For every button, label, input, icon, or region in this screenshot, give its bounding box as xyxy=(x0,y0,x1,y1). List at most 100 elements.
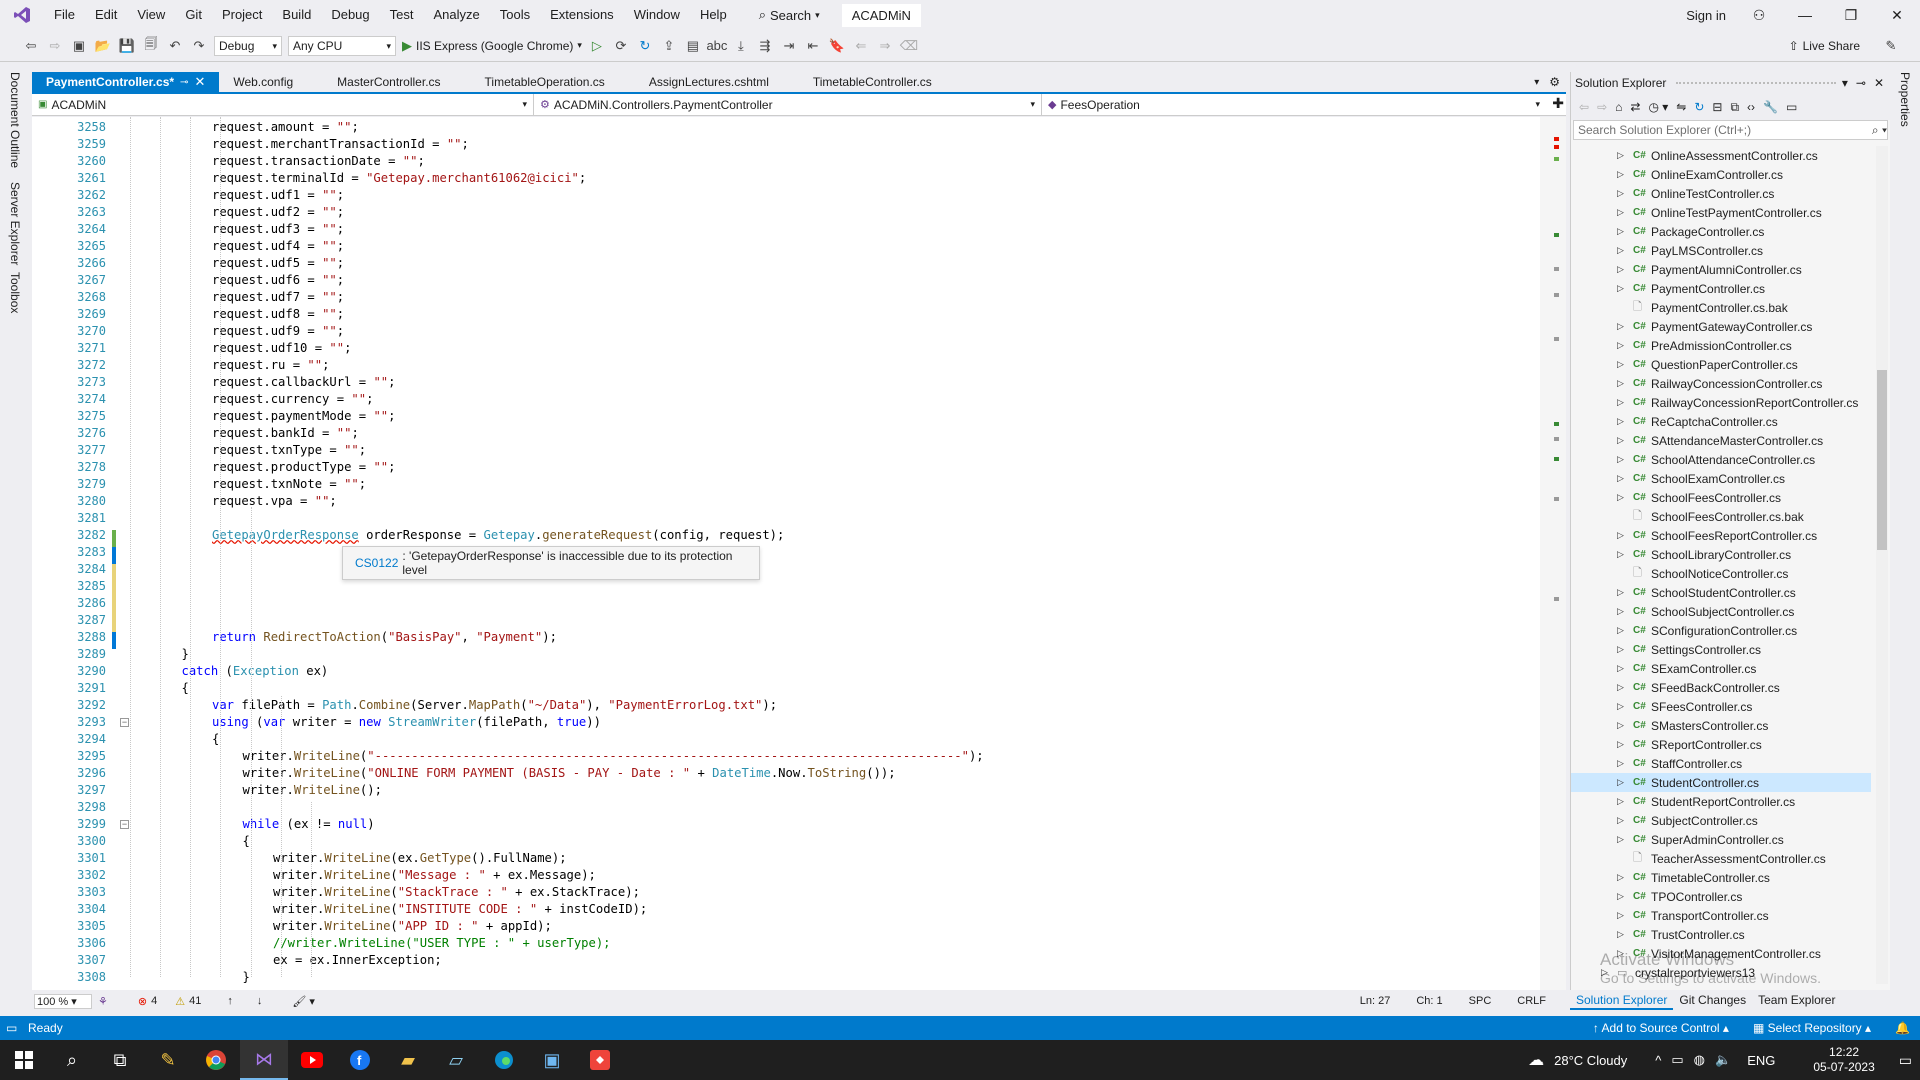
code-line[interactable]: writer.WriteLine("INSTITUTE CODE : " + i… xyxy=(273,901,647,918)
tree-item[interactable]: ▷ C# StaffController.cs xyxy=(1571,754,1871,773)
configuration-select[interactable]: Debug ▾ xyxy=(214,35,282,56)
code-line[interactable]: writer.WriteLine("StackTrace : " + ex.St… xyxy=(273,884,640,901)
tree-item[interactable]: ▷ C# SettingsController.cs xyxy=(1571,640,1871,659)
code-line[interactable]: request.bankId = ""; xyxy=(212,425,359,442)
project-dropdown[interactable]: ▣ ACADMiN ▾ xyxy=(32,94,534,115)
save-all-icon[interactable]: 🗐 xyxy=(142,36,160,55)
tree-item[interactable]: ▷ C# OnlineExamController.cs xyxy=(1571,165,1871,184)
tree-item[interactable]: ▷ C# PaymentController.cs xyxy=(1571,279,1871,298)
tree-item[interactable]: ▷ C# SReportController.cs xyxy=(1571,735,1871,754)
settings-gear-icon[interactable]: ⚙ xyxy=(1549,75,1560,89)
redo-icon[interactable]: ↷ xyxy=(190,37,208,55)
tab-mastercontroller[interactable]: MasterController.cs xyxy=(307,72,470,92)
tab-solution-explorer[interactable]: Solution Explorer xyxy=(1570,990,1674,1010)
tree-scrollbar[interactable] xyxy=(1876,146,1888,984)
tree-item[interactable]: ▷ C# StudentReportController.cs xyxy=(1571,792,1871,811)
expand-arrow-icon[interactable]: ▷ xyxy=(1617,625,1627,636)
tree-item[interactable]: ▷ C# SchoolFeesController.cs xyxy=(1571,488,1871,507)
tree-item[interactable]: ▷ C# PreAdmissionController.cs xyxy=(1571,336,1871,355)
tree-item[interactable]: ▷ C# SAttendanceMasterController.cs xyxy=(1571,431,1871,450)
tab-paymentcontroller[interactable]: PaymentController.cs* ⊸ ✕ xyxy=(32,72,220,92)
tree-item[interactable]: ▷ C# SchoolLibraryController.cs xyxy=(1571,545,1871,564)
code-line[interactable]: while (ex != null) xyxy=(243,816,375,833)
code-line[interactable]: request.udf1 = ""; xyxy=(212,187,344,204)
tree-item[interactable]: ▷ C# PaymentGatewayController.cs xyxy=(1571,317,1871,336)
code-line[interactable]: //writer.WriteLine("USER TYPE : " + user… xyxy=(273,935,611,952)
prev-issue-icon[interactable]: ↑ xyxy=(227,995,233,1007)
save-icon[interactable]: 💾 xyxy=(118,37,136,55)
brush-icon[interactable]: 🖌 ▾ xyxy=(292,995,315,1008)
clear-bookmarks-icon[interactable]: ⌫ xyxy=(900,37,918,55)
visual-studio-icon[interactable]: ⋈ xyxy=(240,1040,288,1080)
restore-button[interactable]: ❐ xyxy=(1828,7,1874,24)
expand-arrow-icon[interactable]: ▷ xyxy=(1617,169,1627,180)
error-code-link[interactable]: CS0122 xyxy=(355,556,398,570)
tree-item[interactable]: ▷ C# SFeedBackController.cs xyxy=(1571,678,1871,697)
tree-item[interactable]: ▷ C# TransportController.cs xyxy=(1571,906,1871,925)
tree-item[interactable]: ▷ C# SchoolExamController.cs xyxy=(1571,469,1871,488)
expand-arrow-icon[interactable]: ▷ xyxy=(1617,891,1627,902)
account-icon[interactable]: ⚇ xyxy=(1736,7,1782,24)
tree-item[interactable]: ▷ C# StudentController.cs xyxy=(1571,773,1871,792)
properties-icon[interactable]: 🔧 xyxy=(1763,100,1778,114)
start-debugging-button[interactable]: ▶ IIS Express (Google Chrome) ▾ xyxy=(402,38,582,54)
feedback-icon[interactable]: ✎ xyxy=(1882,37,1900,55)
next-bookmark-icon[interactable]: ⇒ xyxy=(876,37,894,55)
network-icon[interactable]: ◍ xyxy=(1694,1052,1705,1068)
show-all-files-icon[interactable]: ⧉ xyxy=(1730,100,1739,115)
server-explorer-tab[interactable]: Server Explorer xyxy=(8,182,22,265)
tree-item[interactable]: ▷ C# RailwayConcessionController.cs xyxy=(1571,374,1871,393)
split-editor-icon[interactable]: ✚ xyxy=(1552,95,1564,112)
code-line[interactable]: writer.WriteLine(ex.GetType().FullName); xyxy=(273,850,567,867)
spell-check-icon[interactable]: abc xyxy=(706,37,727,55)
notifications-bell-icon[interactable]: 🔔 xyxy=(1895,1021,1910,1035)
undo-icon[interactable]: ↶ xyxy=(166,37,184,55)
tree-item[interactable]: ▷ C# SchoolStudentController.cs xyxy=(1571,583,1871,602)
code-line[interactable]: writer.WriteLine("APP ID : " + appId); xyxy=(273,918,552,935)
store-app-icon[interactable]: ▣ xyxy=(528,1040,576,1080)
expand-arrow-icon[interactable]: ▷ xyxy=(1617,739,1627,750)
tree-item[interactable]: ▷ C# OnlineAssessmentController.cs xyxy=(1571,146,1871,165)
expand-arrow-icon[interactable]: ▷ xyxy=(1617,188,1627,199)
edge-icon[interactable] xyxy=(480,1040,528,1080)
expand-arrow-icon[interactable]: ▷ xyxy=(1617,758,1627,769)
menu-window[interactable]: Window xyxy=(624,0,690,30)
solution-search-input[interactable]: Search Solution Explorer (Ctrl+;) ⌕ ▾ xyxy=(1573,120,1888,140)
tree-item[interactable]: ▷ C# SubjectController.cs xyxy=(1571,811,1871,830)
menu-extensions[interactable]: Extensions xyxy=(540,0,624,30)
browser-link-icon[interactable]: ⟳ xyxy=(612,37,630,55)
code-line[interactable]: request.transactionDate = ""; xyxy=(212,153,425,170)
menu-help[interactable]: Help xyxy=(690,0,737,30)
bookmark-icon[interactable]: 🔖 xyxy=(828,37,846,55)
sign-in-link[interactable]: Sign in xyxy=(1686,8,1726,23)
properties-tab[interactable]: Properties xyxy=(1898,72,1912,127)
outdent-icon[interactable]: ⇤ xyxy=(804,37,822,55)
menu-project[interactable]: Project xyxy=(212,0,272,30)
format-icon[interactable]: ⇶ xyxy=(756,37,774,55)
collapse-all-icon[interactable]: ⊟ xyxy=(1712,100,1722,114)
expand-arrow-icon[interactable]: ▷ xyxy=(1617,587,1627,598)
tree-item[interactable]: ▷🗋SchoolNoticeController.cs xyxy=(1571,564,1871,583)
member-dropdown[interactable]: ◆ FeesOperation ▾ xyxy=(1042,94,1546,115)
tree-item[interactable]: ▷ C# SchoolAttendanceController.cs xyxy=(1571,450,1871,469)
tree-item[interactable]: ▷ C# OnlineTestPaymentController.cs xyxy=(1571,203,1871,222)
task-view-icon[interactable]: ⧉ xyxy=(96,1040,144,1080)
zoom-select[interactable]: 100 % ▾ xyxy=(34,993,92,1009)
code-line[interactable]: request.udf6 = ""; xyxy=(212,272,344,289)
tab-team-explorer[interactable]: Team Explorer xyxy=(1752,990,1841,1010)
expand-arrow-icon[interactable]: ▷ xyxy=(1617,359,1627,370)
code-area[interactable]: request.amount = ""; request.merchantTran… xyxy=(120,117,1520,990)
code-line[interactable]: return RedirectToAction("BasisPay", "Pay… xyxy=(212,629,557,646)
menu-view[interactable]: View xyxy=(127,0,175,30)
platform-select[interactable]: Any CPU ▾ xyxy=(288,35,396,56)
tree-item[interactable]: ▷ C# SConfigurationController.cs xyxy=(1571,621,1871,640)
tree-item[interactable]: ▷🗋TeacherAssessmentController.cs xyxy=(1571,849,1871,868)
clock[interactable]: 12:22 05-07-2023 xyxy=(1813,1045,1874,1075)
code-line[interactable]: } xyxy=(243,969,250,986)
tree-item[interactable]: ▷ C# PayLMSController.cs xyxy=(1571,241,1871,260)
paint-app-icon[interactable]: ✎ xyxy=(144,1040,192,1080)
live-share-button[interactable]: ⇧ Live Share xyxy=(1789,39,1860,53)
search-icon[interactable]: ⌕ xyxy=(48,1040,96,1080)
tree-item[interactable]: ▷ C# OnlineTestController.cs xyxy=(1571,184,1871,203)
code-line[interactable]: request.currency = ""; xyxy=(212,391,373,408)
